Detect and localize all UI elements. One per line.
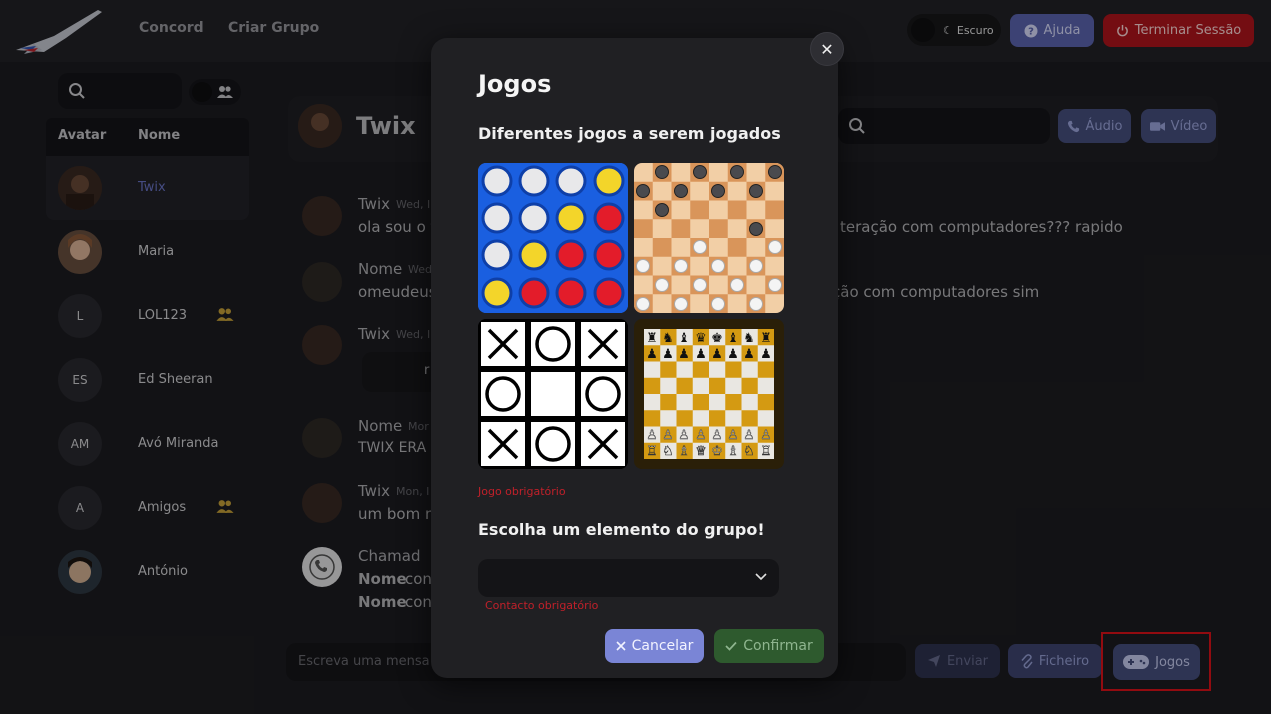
svg-text:♙: ♙	[760, 428, 772, 443]
chevron-down-icon	[755, 572, 767, 582]
game-option-connect-four[interactable]	[478, 163, 628, 313]
game-option-tic-tac-toe[interactable]	[478, 319, 628, 469]
svg-text:♔: ♔	[711, 444, 723, 459]
svg-text:♖: ♖	[646, 444, 658, 459]
svg-text:♟: ♟	[662, 347, 674, 362]
modal-subtitle: Diferentes jogos a serem jogados	[478, 124, 781, 143]
svg-text:♜: ♜	[760, 331, 772, 346]
svg-text:♟: ♟	[678, 347, 690, 362]
svg-text:♗: ♗	[727, 444, 739, 459]
svg-text:♙: ♙	[727, 428, 739, 443]
svg-text:♙: ♙	[743, 428, 755, 443]
game-option-chess[interactable]: ♜ ♞ ♝ ♛ ♚ ♝ ♞ ♜ ♟ ♟ ♟ ♟ ♟ ♟ ♟ ♟ ♙ ♙ ♙ ♙ ♙ ♙ ♙ ♙ ♖ ♘ ♗ ♕ ♔ ♗ ♘ ♖	[634, 319, 784, 469]
tic-tac-toe-board-icon	[478, 319, 628, 469]
svg-text:♞: ♞	[743, 331, 755, 346]
check-icon	[725, 641, 737, 651]
svg-text:♖: ♖	[760, 444, 772, 459]
svg-text:♙: ♙	[662, 428, 674, 443]
game-required-error: Jogo obrigatório	[478, 485, 566, 498]
svg-text:♟: ♟	[727, 347, 739, 362]
checkers-board-icon	[634, 163, 784, 313]
svg-text:♘: ♘	[662, 444, 674, 459]
svg-text:♙: ♙	[678, 428, 690, 443]
svg-text:♟: ♟	[695, 347, 707, 362]
svg-text:♙: ♙	[711, 428, 723, 443]
svg-text:♜: ♜	[646, 331, 658, 346]
connect-four-board-icon	[478, 163, 628, 313]
svg-text:♗: ♗	[678, 444, 690, 459]
svg-text:♝: ♝	[678, 331, 690, 346]
svg-text:♟: ♟	[646, 347, 658, 362]
svg-text:♛: ♛	[695, 331, 707, 346]
svg-text:♚: ♚	[711, 331, 723, 346]
x-icon	[616, 641, 626, 651]
group-member-select[interactable]	[478, 559, 779, 597]
close-button[interactable]: ✕	[810, 32, 844, 66]
chess-board-icon: ♜ ♞ ♝ ♛ ♚ ♝ ♞ ♜ ♟ ♟ ♟ ♟ ♟ ♟ ♟ ♟ ♙ ♙ ♙ ♙ ♙ ♙ ♙ ♙ ♖ ♘ ♗ ♕ ♔ ♗ ♘ ♖	[634, 319, 784, 469]
modal-title: Jogos	[478, 70, 552, 98]
confirm-label: Confirmar	[743, 638, 813, 654]
svg-text:♘: ♘	[743, 444, 755, 459]
contact-required-error: Contacto obrigatório	[485, 599, 599, 612]
group-member-prompt: Escolha um elemento do grupo!	[478, 520, 765, 539]
svg-text:♙: ♙	[695, 428, 707, 443]
cancel-button[interactable]: Cancelar	[605, 629, 704, 663]
cancel-label: Cancelar	[631, 638, 694, 654]
svg-text:♟: ♟	[711, 347, 723, 362]
close-icon: ✕	[820, 39, 834, 59]
svg-text:♕: ♕	[695, 444, 707, 459]
confirm-button[interactable]: Confirmar	[714, 629, 824, 663]
svg-text:♙: ♙	[646, 428, 658, 443]
svg-text:♞: ♞	[662, 331, 674, 346]
svg-text:♝: ♝	[727, 331, 739, 346]
game-option-checkers[interactable]	[634, 163, 784, 313]
svg-text:♟: ♟	[760, 347, 772, 362]
svg-text:♟: ♟	[743, 347, 755, 362]
